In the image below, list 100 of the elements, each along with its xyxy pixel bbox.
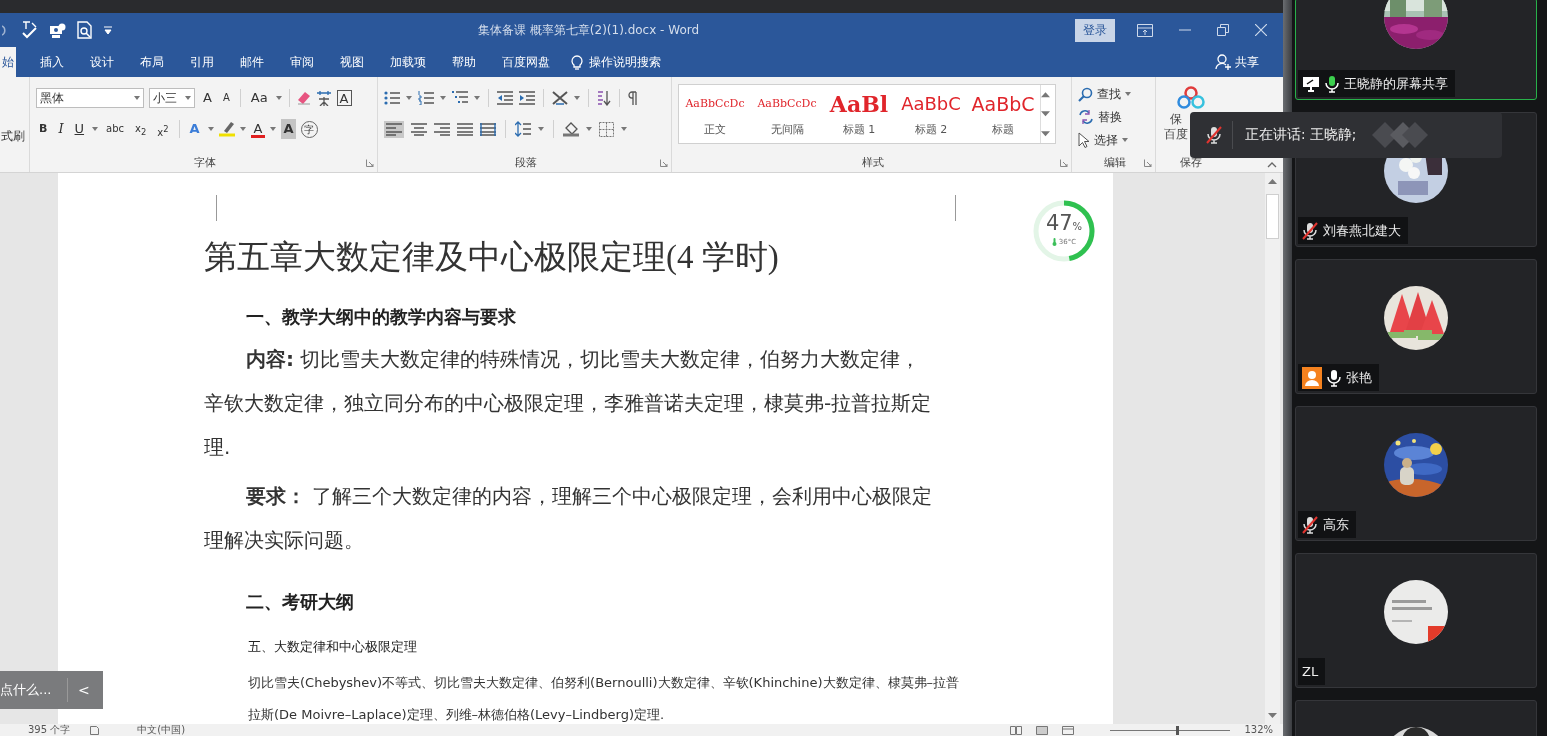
restore-icon[interactable] xyxy=(1217,24,1229,36)
cloud-rings-icon[interactable] xyxy=(1177,86,1205,110)
shading-icon[interactable] xyxy=(563,121,579,137)
web-layout-icon[interactable] xyxy=(1062,725,1075,735)
style-name[interactable]: 正文 xyxy=(704,121,726,137)
caret-icon[interactable] xyxy=(474,96,480,100)
style-name[interactable]: 标题 2 xyxy=(914,121,948,137)
caret-icon[interactable] xyxy=(574,96,580,100)
caret-icon[interactable] xyxy=(92,127,99,131)
clear-formatting-icon[interactable] xyxy=(296,91,311,105)
format-painter-button[interactable]: 式刷 xyxy=(1,128,25,145)
font-color-button[interactable]: A xyxy=(250,120,266,138)
microphone-icon[interactable] xyxy=(1327,368,1341,387)
caret-icon[interactable] xyxy=(1125,92,1131,96)
caret-icon[interactable] xyxy=(270,127,277,131)
replace-icon[interactable] xyxy=(1078,109,1094,125)
editing-button[interactable]: 查找 xyxy=(1097,85,1121,103)
style-preview[interactable]: AaBbC xyxy=(971,91,1035,116)
borders-icon[interactable] xyxy=(599,121,614,137)
ribbon-tab[interactable]: 引用 xyxy=(177,47,227,77)
bold-button[interactable]: B xyxy=(36,119,51,139)
ribbon-tab[interactable]: 邮件 xyxy=(227,47,277,77)
editing-button[interactable]: 替换 xyxy=(1098,108,1122,126)
proofing-icon[interactable] xyxy=(90,725,100,735)
style-preview[interactable]: AaBl xyxy=(829,91,889,116)
participant-tile[interactable]: 王晓静的屏幕共享 xyxy=(1295,0,1537,100)
caret-icon[interactable] xyxy=(275,96,282,100)
share-icon[interactable] xyxy=(1215,54,1231,70)
dialog-launcher-icon[interactable] xyxy=(1144,159,1152,167)
ribbon-tab[interactable]: 帮助 xyxy=(439,47,489,77)
microphone-icon[interactable] xyxy=(1325,74,1339,93)
share-button[interactable]: 共享 xyxy=(1235,53,1259,71)
scrollbar[interactable] xyxy=(1265,173,1280,724)
muted-microphone-icon[interactable] xyxy=(1302,221,1318,240)
align-center-icon[interactable] xyxy=(411,122,427,136)
character-shading-button[interactable]: A xyxy=(281,119,296,139)
font-size-dropdown[interactable]: 小三 xyxy=(149,88,195,108)
caret-icon[interactable] xyxy=(586,127,592,131)
caret-icon[interactable] xyxy=(406,96,412,100)
read-mode-icon[interactable] xyxy=(1010,725,1023,735)
zoom-level[interactable]: 132% xyxy=(1244,724,1273,736)
print-preview-icon[interactable] xyxy=(77,21,93,39)
caret-icon[interactable] xyxy=(538,127,544,131)
tell-me-search[interactable]: 操作说明搜索 xyxy=(589,53,661,71)
ribbon-tab[interactable]: 插入 xyxy=(27,47,77,77)
customize-toolbar-icon[interactable] xyxy=(104,25,112,35)
caret-icon[interactable] xyxy=(440,96,446,100)
change-case-button[interactable]: Aa xyxy=(247,88,271,108)
ribbon-tab[interactable]: 布局 xyxy=(127,47,177,77)
save-to-cloud-button[interactable]: 保 百度 xyxy=(1162,112,1190,142)
language-indicator[interactable]: 中文(中国) xyxy=(137,724,186,736)
muted-microphone-icon[interactable] xyxy=(1206,126,1222,144)
dialog-launcher-icon[interactable] xyxy=(366,159,374,167)
caret-icon[interactable] xyxy=(239,127,246,131)
collapse-ribbon-icon[interactable] xyxy=(1267,162,1277,168)
style-preview[interactable]: AaBbCcDc xyxy=(757,91,817,116)
ribbon-tab[interactable]: 百度网盘 xyxy=(489,47,563,77)
italic-button[interactable]: I xyxy=(55,119,67,139)
scrollbar-thumb[interactable] xyxy=(1266,194,1279,239)
find-icon[interactable] xyxy=(1078,86,1093,102)
ribbon-tab[interactable]: 始 xyxy=(0,47,16,77)
editing-button[interactable]: 选择 xyxy=(1094,131,1118,149)
grow-font-button[interactable]: A xyxy=(200,88,215,108)
caret-icon[interactable] xyxy=(207,127,214,131)
increase-indent-icon[interactable] xyxy=(519,91,535,105)
lightbulb-icon[interactable] xyxy=(571,54,583,70)
underline-button[interactable]: U xyxy=(71,119,88,139)
strikethrough-button[interactable]: abc xyxy=(103,119,128,139)
bullets-icon[interactable] xyxy=(384,91,400,105)
style-name[interactable]: 标题 1 xyxy=(842,121,876,137)
select-icon[interactable] xyxy=(1078,132,1090,148)
sign-in-button[interactable]: 登录 xyxy=(1075,18,1115,42)
ribbon-tab[interactable]: 视图 xyxy=(327,47,377,77)
sort-icon[interactable] xyxy=(597,90,611,106)
decrease-indent-icon[interactable] xyxy=(497,91,513,105)
dialog-launcher-icon[interactable] xyxy=(1060,159,1068,167)
multilevel-list-icon[interactable] xyxy=(452,91,468,105)
caret-icon[interactable] xyxy=(134,96,140,100)
text-effects-button[interactable]: A xyxy=(186,119,203,139)
ribbon-tab[interactable]: 设计 xyxy=(77,47,127,77)
ribbon-tab[interactable]: 加载项 xyxy=(377,47,439,77)
shrink-font-button[interactable]: A xyxy=(219,88,233,108)
distributed-icon[interactable] xyxy=(480,122,496,136)
highlighter-icon[interactable] xyxy=(218,121,235,137)
subscript-button[interactable]: x$_{2}$ xyxy=(132,119,150,139)
justify-icon[interactable] xyxy=(457,122,473,136)
print-layout-icon[interactable] xyxy=(1036,725,1049,735)
zoom-slider-thumb[interactable] xyxy=(1176,725,1180,735)
numbering-icon[interactable] xyxy=(418,91,434,105)
line-spacing-icon[interactable] xyxy=(515,121,531,137)
paragraph-marks-icon[interactable] xyxy=(628,91,638,105)
close-icon[interactable] xyxy=(1255,24,1267,36)
align-right-icon[interactable] xyxy=(434,122,450,136)
scroll-down-icon[interactable] xyxy=(1268,713,1277,718)
align-left-icon[interactable] xyxy=(386,122,402,136)
font-name-dropdown[interactable]: 黑体 xyxy=(36,88,144,108)
caret-icon[interactable] xyxy=(185,96,191,100)
participant-tile[interactable]: ZL xyxy=(1295,553,1537,688)
participant-tile[interactable]: 张艳 xyxy=(1295,259,1537,394)
dialog-launcher-icon[interactable] xyxy=(660,159,668,167)
